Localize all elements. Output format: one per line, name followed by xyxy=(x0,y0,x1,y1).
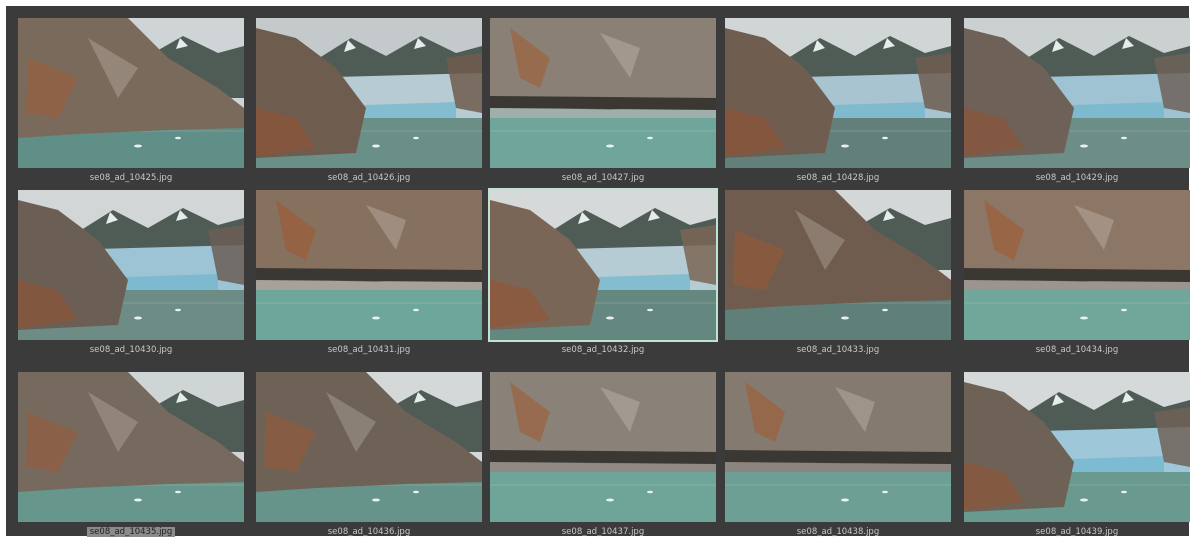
thumbnail-image[interactable] xyxy=(964,18,1190,168)
photo-preview xyxy=(964,190,1190,340)
photo-preview xyxy=(490,190,716,340)
photo-preview xyxy=(18,190,244,340)
photo-preview xyxy=(964,372,1190,522)
filename-label: se08_ad_10434.jpg xyxy=(1035,345,1119,355)
thumbnail-item[interactable]: se08_ad_10438.jpg xyxy=(725,362,951,537)
thumbnail-filename[interactable]: se08_ad_10431.jpg xyxy=(256,343,482,357)
thumbnail-filename[interactable]: se08_ad_10439.jpg xyxy=(964,525,1190,539)
filename-label: se08_ad_10437.jpg xyxy=(561,527,645,537)
thumbnail-filename[interactable]: se08_ad_10432.jpg xyxy=(490,343,716,357)
photo-preview xyxy=(964,18,1190,168)
thumbnail-item[interactable]: se08_ad_10427.jpg xyxy=(490,8,716,183)
thumbnail-item[interactable]: se08_ad_10425.jpg xyxy=(18,8,244,183)
thumbnail-filename[interactable]: se08_ad_10434.jpg xyxy=(964,343,1190,357)
filename-label: se08_ad_10435.jpg xyxy=(86,527,176,537)
photo-preview xyxy=(256,190,482,340)
thumbnail-filename[interactable]: se08_ad_10433.jpg xyxy=(725,343,951,357)
thumbnail-filename[interactable]: se08_ad_10435.jpg xyxy=(18,525,244,539)
photo-preview xyxy=(256,372,482,522)
thumbnail-item[interactable]: se08_ad_10435.jpg xyxy=(18,362,244,537)
filename-label: se08_ad_10433.jpg xyxy=(796,345,880,355)
thumbnail-image[interactable] xyxy=(725,372,951,522)
thumbnail-item[interactable]: se08_ad_10428.jpg xyxy=(725,8,951,183)
thumbnail-item[interactable]: se08_ad_10434.jpg xyxy=(964,180,1190,355)
thumbnail-image[interactable] xyxy=(18,190,244,340)
thumbnail-filename[interactable]: se08_ad_10430.jpg xyxy=(18,343,244,357)
photo-preview xyxy=(490,372,716,522)
photo-preview xyxy=(725,190,951,340)
thumbnail-image[interactable] xyxy=(18,18,244,168)
thumbnail-item[interactable]: se08_ad_10426.jpg xyxy=(256,8,482,183)
photo-preview xyxy=(490,18,716,168)
thumbnail-filename[interactable]: se08_ad_10436.jpg xyxy=(256,525,482,539)
filename-label: se08_ad_10431.jpg xyxy=(327,345,411,355)
filename-label: se08_ad_10432.jpg xyxy=(561,345,645,355)
thumbnail-item[interactable]: se08_ad_10431.jpg xyxy=(256,180,482,355)
photo-preview xyxy=(18,18,244,168)
thumbnail-image[interactable] xyxy=(256,18,482,168)
photo-preview xyxy=(18,372,244,522)
thumbnail-item[interactable]: se08_ad_10439.jpg xyxy=(964,362,1190,537)
thumbnail-image[interactable] xyxy=(256,372,482,522)
thumbnail-image[interactable] xyxy=(18,372,244,522)
thumbnail-item[interactable]: se08_ad_10433.jpg xyxy=(725,180,951,355)
thumbnail-item[interactable]: se08_ad_10437.jpg xyxy=(490,362,716,537)
thumbnail-image[interactable] xyxy=(490,18,716,168)
thumbnail-image[interactable] xyxy=(725,190,951,340)
thumbnail-item[interactable]: se08_ad_10430.jpg xyxy=(18,180,244,355)
filename-label: se08_ad_10438.jpg xyxy=(796,527,880,537)
thumbnail-item[interactable]: se08_ad_10432.jpg xyxy=(490,180,716,355)
thumbnail-image[interactable] xyxy=(964,190,1190,340)
thumbnail-image[interactable] xyxy=(256,190,482,340)
thumbnail-filename[interactable]: se08_ad_10437.jpg xyxy=(490,525,716,539)
thumbnail-browser: se08_ad_10425.jpg se08_ad_10426.jpg se08_a… xyxy=(6,6,1190,537)
filename-label: se08_ad_10439.jpg xyxy=(1035,527,1119,537)
thumbnail-filename[interactable]: se08_ad_10438.jpg xyxy=(725,525,951,539)
thumbnail-image[interactable] xyxy=(490,190,716,340)
photo-preview xyxy=(725,372,951,522)
thumbnail-image[interactable] xyxy=(725,18,951,168)
thumbnail-item[interactable]: se08_ad_10436.jpg xyxy=(256,362,482,537)
photo-preview xyxy=(725,18,951,168)
thumbnail-image[interactable] xyxy=(490,372,716,522)
photo-preview xyxy=(256,18,482,168)
thumbnail-grid: se08_ad_10425.jpg se08_ad_10426.jpg se08_a… xyxy=(6,6,1190,537)
thumbnail-image[interactable] xyxy=(964,372,1190,522)
filename-label: se08_ad_10436.jpg xyxy=(327,527,411,537)
filename-label: se08_ad_10430.jpg xyxy=(89,345,173,355)
thumbnail-item[interactable]: se08_ad_10429.jpg xyxy=(964,8,1190,183)
